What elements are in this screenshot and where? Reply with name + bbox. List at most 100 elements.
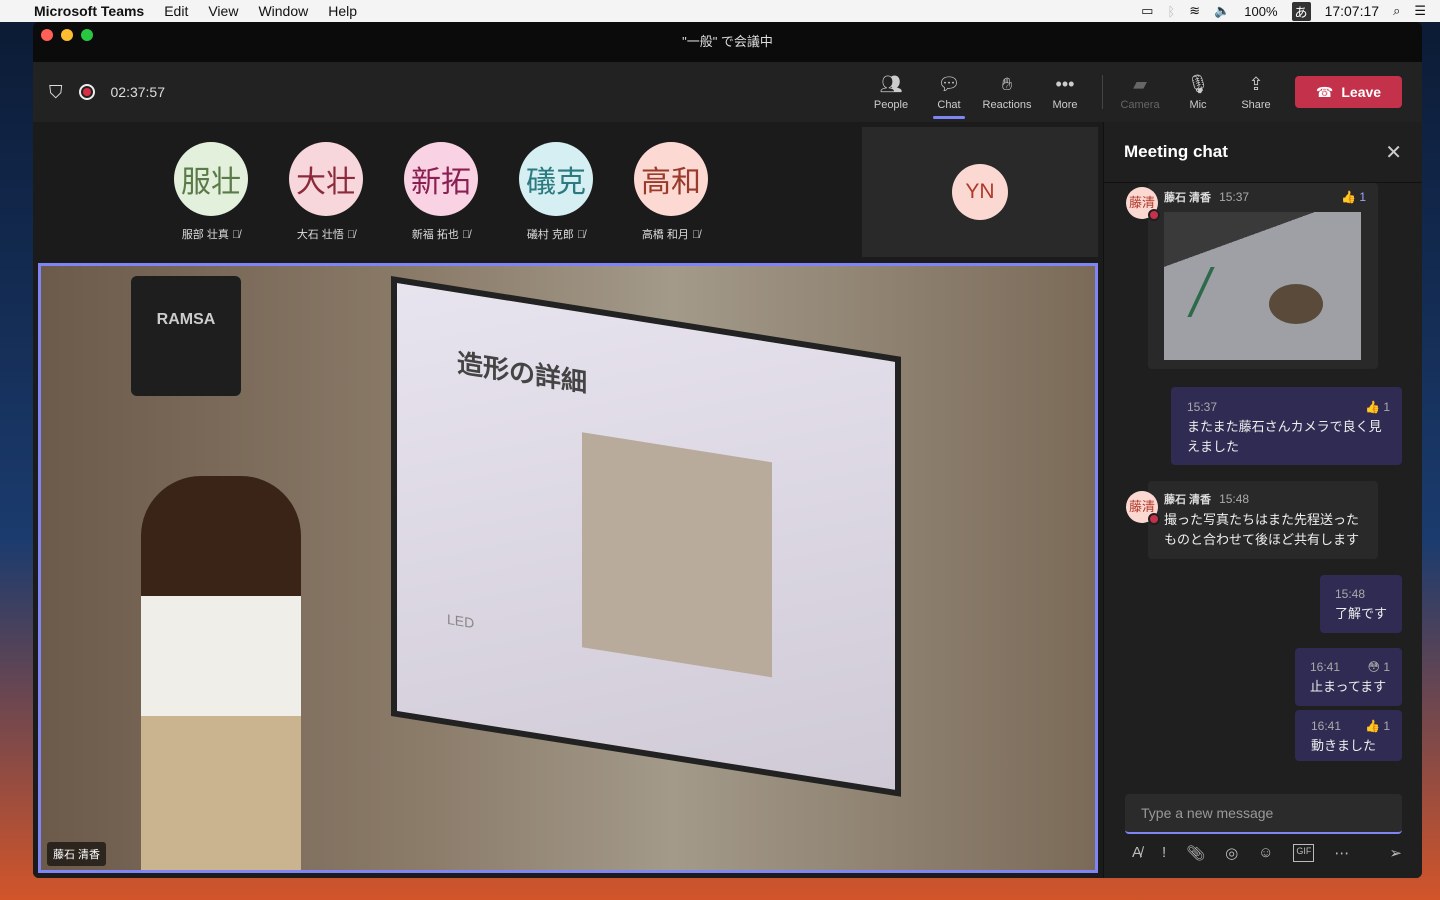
people-label: People <box>873 99 909 111</box>
mic-muted-icon: 🎙̸ <box>461 229 471 241</box>
more-options-icon[interactable]: ⋯ <box>1334 844 1349 862</box>
leave-label: Leave <box>1341 84 1382 100</box>
compose-toolbar: A̸ ! 📎︎ ◎ ☺ GIF ⋯ ➢ <box>1132 844 1402 862</box>
important-icon[interactable]: ! <box>1162 844 1166 862</box>
chat-label: Chat <box>937 99 961 111</box>
participant-tile[interactable]: 新拓 新福 拓也 🎙̸ <box>403 142 479 242</box>
message-input[interactable]: Type a new message <box>1125 794 1402 834</box>
share-button[interactable]: ⇪ Share <box>1227 62 1285 122</box>
message-text: 了解です <box>1335 606 1388 621</box>
mic-muted-icon: 🎙̸ <box>346 229 356 241</box>
thumbs-up-reaction[interactable]: 👍 1 <box>1365 716 1390 736</box>
title-bar: "一般" で会議中 <box>33 22 1422 62</box>
format-icon[interactable]: A̸ <box>1132 844 1142 862</box>
message-text: またまた藤石さんカメラで良く見えました <box>1187 419 1382 454</box>
message-text: 動きました <box>1311 738 1377 753</box>
participant-tile[interactable]: 大壮 大石 壮悟 🎙̸ <box>288 142 364 242</box>
people-button[interactable]: 👥︎ People <box>862 62 920 122</box>
camera-button[interactable]: ▰ Camera <box>1111 62 1169 122</box>
chat-title: Meeting chat <box>1124 142 1228 161</box>
menu-app-name[interactable]: Microsoft Teams <box>34 3 144 19</box>
participant-avatar: 服壮 <box>174 142 248 216</box>
mic-label: Mic <box>1189 99 1207 111</box>
participant-name: 礒村 克郎 <box>526 229 574 241</box>
hang-up-icon: ☎︎ <box>1315 83 1334 100</box>
volume-icon[interactable]: 🔈 <box>1214 3 1230 19</box>
sender-name: 藤石 清香 <box>1164 494 1212 506</box>
battery-percent[interactable]: 100% <box>1244 4 1277 19</box>
share-label: Share <box>1241 99 1271 111</box>
zoom-window-button[interactable] <box>81 29 93 41</box>
presenter <box>141 476 301 870</box>
message-time: 15:48 <box>1335 587 1366 601</box>
chat-photo[interactable] <box>1164 212 1361 360</box>
thumbs-up-reaction[interactable]: 👍 1 <box>1341 187 1366 207</box>
participant-name: 服部 壮真 <box>181 229 229 241</box>
spotlight-icon[interactable]: ⌕ <box>1393 3 1400 19</box>
toolbar-divider <box>1102 75 1103 109</box>
participant-tile[interactable]: 服壮服部 壮真 🎙̸ <box>173 142 249 242</box>
menu-window[interactable]: Window <box>258 3 308 19</box>
confused-reaction[interactable]: 😳 1 <box>1367 657 1390 677</box>
bluetooth-icon[interactable]: ᛒ <box>1167 4 1175 19</box>
gif-icon[interactable]: GIF <box>1293 844 1315 862</box>
reaction-count: 1 <box>1383 400 1390 414</box>
participant-name: 大石 壮悟 <box>296 229 344 241</box>
meeting-chat-panel: Meeting chat ✕ 藤清 藤石 清香 15:37 👍 1 15:37 👍 … <box>1103 122 1422 878</box>
participant-strip: 服壮 服部 壮真 🎙̸ 大壮 大石 壮悟 🎙̸ 新拓 新福 拓也 🎙̸ 礒克 礒村 克郎 🎙̸… <box>173 142 709 242</box>
leave-button[interactable]: ☎︎ Leave <box>1295 76 1402 108</box>
attach-icon[interactable]: 📎︎ <box>1186 844 1205 862</box>
participant-name: 新福 拓也 <box>411 229 459 241</box>
mic-off-icon: 🎙︎ <box>1186 74 1210 94</box>
clock[interactable]: 17:07:17 <box>1325 3 1380 19</box>
sender-name: 藤石 清香 <box>1164 192 1212 204</box>
notification-center-icon[interactable]: ☰ <box>1414 3 1426 19</box>
self-avatar: YN <box>952 164 1008 220</box>
message-time: 15:48 <box>1219 492 1250 506</box>
share-icon: ⇪ <box>1248 74 1264 94</box>
self-video-tile[interactable]: YN <box>862 127 1098 257</box>
reaction-count: 1 <box>1383 660 1390 674</box>
ramsa-speaker: RAMSA <box>131 276 241 396</box>
participant-tile[interactable]: 高和 高橋 和月 🎙̸ <box>633 142 709 242</box>
chat-icon: 💬︎ <box>937 74 961 94</box>
participant-tile[interactable]: 礒克 礒村 克郎 🎙̸ <box>518 142 594 242</box>
mic-muted-icon: 🎙̸ <box>231 229 241 241</box>
wifi-icon[interactable]: ≋ <box>1189 3 1200 19</box>
menu-help[interactable]: Help <box>328 3 357 19</box>
people-icon: 👥︎ <box>879 74 903 94</box>
loop-icon[interactable]: ◎ <box>1225 844 1238 862</box>
more-button[interactable]: ••• More <box>1036 62 1094 122</box>
thumbs-up-reaction[interactable]: 👍 1 <box>1365 397 1390 417</box>
meeting-toolbar: ⛉ 02:37:57 👥︎ People 💬︎ Chat ✋︎ Reactions •… <box>33 62 1422 122</box>
minimize-window-button[interactable] <box>61 29 73 41</box>
emoji-icon[interactable]: ☺ <box>1258 844 1273 862</box>
menu-view[interactable]: View <box>208 3 238 19</box>
projector-screen: 造形の詳細 LED <box>391 276 901 797</box>
reactions-button[interactable]: ✋︎ Reactions <box>978 62 1036 122</box>
camera-label: Camera <box>1120 99 1160 111</box>
shield-icon[interactable]: ⛉ <box>49 82 63 103</box>
menu-bar: Microsoft Teams Edit View Window Help ▭ … <box>0 0 1440 22</box>
ime-icon[interactable]: あ <box>1291 1 1311 21</box>
mic-button[interactable]: 🎙︎ Mic <box>1169 62 1227 122</box>
more-label: More <box>1052 99 1078 111</box>
chat-message: 藤清 藤石 清香 15:37 👍 1 <box>1126 183 1378 369</box>
participant-avatar: 高和 <box>634 142 708 216</box>
reaction-count: 1 <box>1383 719 1390 733</box>
slide-led-label: LED <box>447 610 475 632</box>
chat-message: 16:41 👍 1 動きました <box>1295 710 1402 761</box>
message-time: 15:37 <box>1187 400 1218 414</box>
send-icon[interactable]: ➢ <box>1389 844 1402 862</box>
slide-title: 造形の詳細 <box>457 347 588 399</box>
menu-edit[interactable]: Edit <box>164 3 188 19</box>
close-window-button[interactable] <box>41 29 53 41</box>
close-chat-icon[interactable]: ✕ <box>1385 140 1402 165</box>
meeting-stage: 服壮 服部 壮真 🎙̸ 大壮 大石 壮悟 🎙̸ 新拓 新福 拓也 🎙̸ 礒克 礒村 克郎 🎙̸… <box>33 122 1103 878</box>
window-title: "一般" で会議中 <box>682 34 773 49</box>
chat-message: 15:48 了解です <box>1320 575 1402 633</box>
reactions-icon: ✋︎ <box>1001 74 1013 94</box>
shared-video[interactable]: RAMSA 造形の詳細 LED 藤石 清香 <box>38 263 1098 873</box>
chat-button[interactable]: 💬︎ Chat <box>920 62 978 122</box>
airplay-icon[interactable]: ▭ <box>1141 3 1153 19</box>
